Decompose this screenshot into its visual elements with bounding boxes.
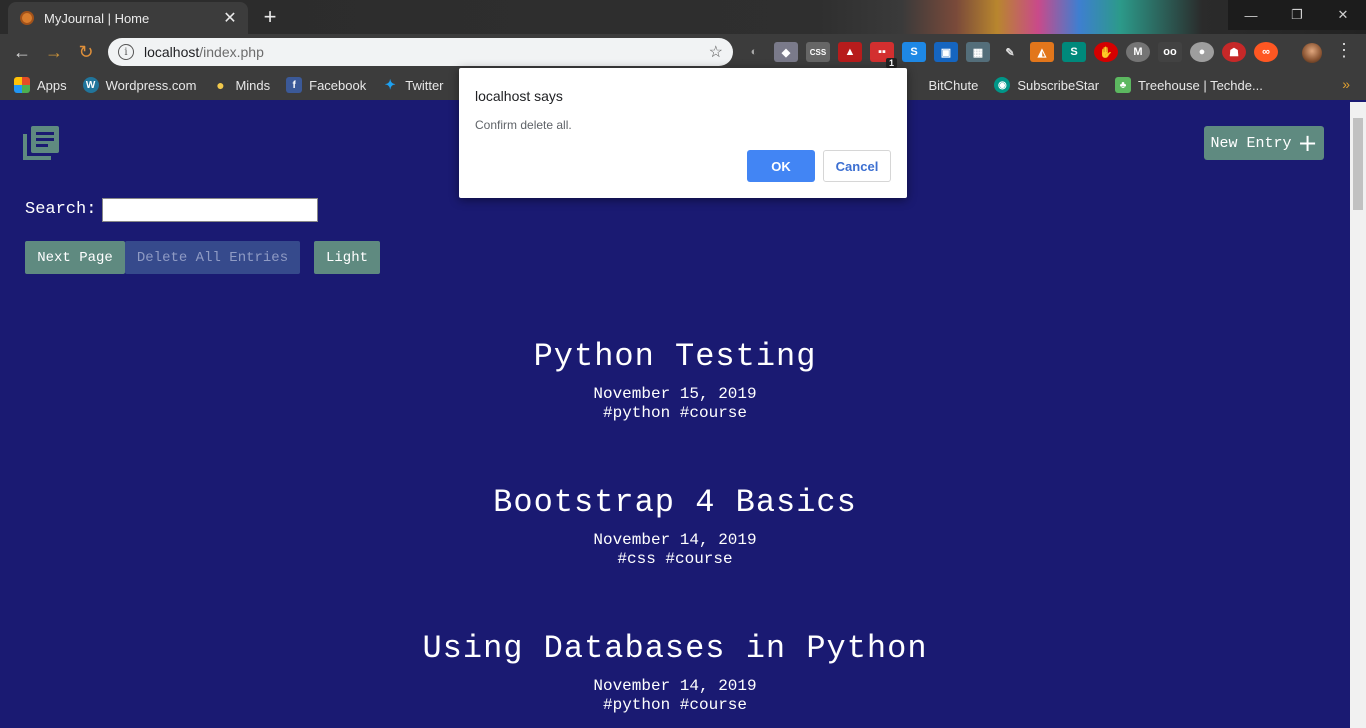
treehouse-icon: ♣ — [1115, 77, 1132, 93]
site-info-icon[interactable]: i — [118, 44, 134, 60]
bookmark-star-icon[interactable]: ☆ — [709, 42, 723, 62]
extension-image-icon[interactable]: ▦ — [966, 42, 990, 62]
apps-grid-icon — [14, 77, 30, 93]
entry-tags[interactable]: #css #course — [0, 550, 1350, 568]
next-page-button[interactable]: Next Page — [25, 241, 125, 274]
page-scrollbar[interactable] — [1350, 102, 1366, 728]
extension-monster-icon[interactable]: ☗ — [1222, 42, 1246, 62]
entry-title[interactable]: Bootstrap 4 Basics — [0, 484, 1350, 521]
address-bar[interactable]: i localhost/index.php ☆ — [108, 38, 733, 66]
entry-title[interactable]: Using Databases in Python — [0, 630, 1350, 667]
bookmark-label: BitChute — [928, 77, 979, 93]
extension-infinity-icon[interactable]: ∞ — [1254, 42, 1278, 62]
url-host: localhost — [144, 44, 200, 60]
search-label: Search: — [25, 200, 97, 219]
plus-icon: + — [1297, 129, 1318, 157]
extension-wrench-icon[interactable]: ✎ — [998, 42, 1022, 62]
new-entry-label: New Entry — [1210, 134, 1292, 152]
extension-shield-icon[interactable]: ◆ — [774, 42, 798, 62]
delete-all-button[interactable]: Delete All Entries — [125, 241, 300, 274]
url-path: /index.php — [199, 44, 264, 60]
extension-css-icon[interactable]: CSS — [806, 42, 830, 62]
bookmarks-overflow-icon[interactable]: » — [1342, 76, 1350, 92]
window-controls: — ❐ ✕ — [1228, 0, 1366, 30]
extension-badge: 1 — [885, 58, 897, 68]
bookmark-label: Twitter — [405, 77, 444, 93]
reload-button[interactable]: ↻ — [74, 40, 98, 64]
light-theme-button[interactable]: Light — [314, 241, 380, 274]
extension-s-icon[interactable]: S — [902, 42, 926, 62]
extension-copy-icon[interactable]: ▣ — [934, 42, 958, 62]
site-favicon-icon — [20, 11, 34, 25]
confirm-dialog: localhost says Confirm delete all. OK Ca… — [459, 68, 907, 198]
extensions-area: ◐ ◆ CSS ▲ ▪▪ 1 S ▣ ▦ ✎ ◭ S ✋ M oo ● ☗ ∞ — [742, 42, 1278, 68]
new-entry-button[interactable]: New Entry + — [1204, 126, 1324, 160]
restore-button[interactable]: ❐ — [1274, 0, 1320, 30]
entry-date: November 14, 2019 — [593, 677, 757, 695]
journal-entry[interactable]: Bootstrap 4 Basics November 14, 2019 #cs… — [0, 484, 1350, 568]
tab-close-icon[interactable]: ✕ — [222, 8, 238, 28]
search-input[interactable] — [102, 198, 318, 222]
tab-title: MyJournal | Home — [44, 10, 150, 26]
extension-s2-icon[interactable]: S — [1062, 42, 1086, 62]
dialog-title: localhost says — [475, 88, 563, 104]
journal-logo-icon[interactable] — [23, 126, 59, 160]
browser-toolbar: ← → ↻ i localhost/index.php ☆ ◐ ◆ CSS ▲ … — [0, 34, 1366, 70]
extension-m-icon[interactable]: M — [1126, 42, 1150, 62]
journal-entry[interactable]: Python Testing November 15, 2019 #python… — [0, 338, 1350, 422]
bookmark-label: Treehouse | Techde... — [1138, 77, 1263, 93]
minimize-button[interactable]: — — [1228, 0, 1274, 30]
bookmark-label: SubscribeStar — [1017, 77, 1100, 93]
profile-avatar[interactable] — [1302, 43, 1322, 63]
bookmark-label: Apps — [37, 77, 67, 93]
entry-date: November 15, 2019 — [593, 385, 757, 403]
bookmark-label: Wordpress.com — [105, 77, 197, 93]
entry-title[interactable]: Python Testing — [0, 338, 1350, 375]
new-tab-button[interactable]: + — [258, 4, 282, 30]
facebook-icon: f — [286, 77, 303, 93]
close-window-button[interactable]: ✕ — [1320, 0, 1366, 30]
bookmark-item[interactable]: ● Minds — [212, 77, 270, 93]
bookmark-label: Minds — [235, 77, 271, 93]
bookmark-item[interactable]: ♣ Treehouse | Techde... — [1115, 77, 1263, 93]
twitter-icon: ✦ — [384, 77, 396, 92]
bookmark-label: Facebook — [309, 77, 367, 93]
entry-date: November 14, 2019 — [593, 531, 757, 549]
extension-stop-icon[interactable]: ✋ — [1094, 42, 1118, 62]
extension-pdf-icon[interactable]: ▲ — [838, 42, 862, 62]
bookmark-item[interactable]: ◉ SubscribeStar — [994, 77, 1099, 93]
lightbulb-icon: ● — [216, 77, 225, 93]
extension-eye-icon[interactable]: ◐ — [742, 42, 766, 62]
dialog-ok-button[interactable]: OK — [747, 150, 815, 182]
bookmark-item[interactable]: ✦ Twitter — [382, 77, 444, 93]
extension-goggles-icon[interactable]: oo — [1158, 42, 1182, 62]
browser-tab[interactable]: MyJournal | Home ✕ — [8, 2, 248, 34]
subscribestar-icon: ◉ — [994, 77, 1011, 93]
bookmark-item[interactable]: f Facebook — [286, 77, 366, 93]
wordpress-icon: W — [82, 77, 99, 93]
forward-button[interactable]: → — [42, 40, 66, 64]
bookmark-item[interactable]: Apps — [14, 77, 67, 93]
back-button[interactable]: ← — [10, 40, 34, 64]
dialog-cancel-button[interactable]: Cancel — [823, 150, 891, 182]
scrollbar-thumb[interactable] — [1353, 118, 1363, 210]
dialog-message: Confirm delete all. — [475, 118, 572, 132]
extension-fox-icon[interactable]: ◭ — [1030, 42, 1054, 62]
bookmark-item[interactable]: BitChute — [929, 78, 979, 93]
journal-entry[interactable]: Using Databases in Python November 14, 2… — [0, 630, 1350, 714]
bookmark-item[interactable]: W Wordpress.com — [82, 77, 197, 93]
tab-strip: MyJournal | Home ✕ + — ❐ ✕ — [0, 0, 1366, 34]
entry-tags[interactable]: #python #course — [0, 404, 1350, 422]
entry-tags[interactable]: #python #course — [0, 696, 1350, 714]
browser-menu-icon[interactable]: ⋮ — [1334, 40, 1354, 61]
extension-bubble-icon[interactable]: ● — [1190, 42, 1214, 62]
extension-todo-icon[interactable]: ▪▪ 1 — [870, 42, 897, 68]
